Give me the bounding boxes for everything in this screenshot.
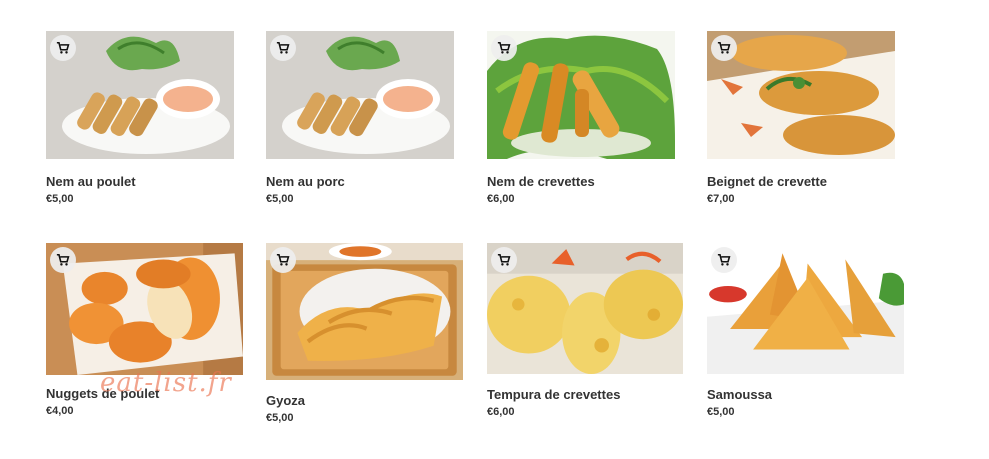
cart-icon xyxy=(717,41,731,54)
product-price: €5,00 xyxy=(266,412,294,424)
product-name[interactable]: Nuggets de poulet xyxy=(46,386,159,401)
product-price: €5,00 xyxy=(46,193,74,205)
product-card-gyoza[interactable]: Gyoza €5,00 xyxy=(266,243,463,424)
product-price: €6,00 xyxy=(487,193,515,205)
cart-icon xyxy=(497,41,511,54)
product-card-nem-au-poulet[interactable]: Nem au poulet €5,00 xyxy=(46,31,243,205)
product-name[interactable]: Nem de crevettes xyxy=(487,174,595,189)
cart-icon xyxy=(497,253,511,266)
add-to-cart-button[interactable] xyxy=(711,35,737,61)
product-price: €5,00 xyxy=(707,406,735,418)
add-to-cart-button[interactable] xyxy=(50,247,76,273)
product-name[interactable]: Nem au poulet xyxy=(46,174,136,189)
product-price: €6,00 xyxy=(487,406,515,418)
cart-icon xyxy=(56,41,70,54)
cart-icon xyxy=(56,253,70,266)
add-to-cart-button[interactable] xyxy=(491,35,517,61)
product-image[interactable] xyxy=(266,31,454,159)
product-card-beignet-de-crevette[interactable]: Beignet de crevette €7,00 xyxy=(707,31,904,205)
product-name[interactable]: Nem au porc xyxy=(266,174,345,189)
product-image[interactable] xyxy=(707,243,904,374)
product-name[interactable]: Gyoza xyxy=(266,393,305,408)
product-image[interactable] xyxy=(46,243,243,375)
cart-icon xyxy=(276,41,290,54)
add-to-cart-button[interactable] xyxy=(270,247,296,273)
add-to-cart-button[interactable] xyxy=(270,35,296,61)
product-price: €5,00 xyxy=(266,193,294,205)
product-card-tempura-de-crevettes[interactable]: Tempura de crevettes €6,00 xyxy=(487,243,684,418)
product-image[interactable] xyxy=(46,31,234,159)
add-to-cart-button[interactable] xyxy=(711,247,737,273)
product-price: €4,00 xyxy=(46,405,74,417)
product-price: €7,00 xyxy=(707,193,735,205)
product-name[interactable]: Tempura de crevettes xyxy=(487,387,620,402)
product-image[interactable] xyxy=(266,243,463,380)
cart-icon xyxy=(276,253,290,266)
product-card-nuggets-de-poulet[interactable]: Nuggets de poulet €4,00 xyxy=(46,243,243,417)
product-image[interactable] xyxy=(487,243,683,374)
product-image[interactable] xyxy=(487,31,675,159)
product-card-nem-de-crevettes[interactable]: Nem de crevettes €6,00 xyxy=(487,31,684,205)
gyoza-image xyxy=(266,243,463,380)
product-card-nem-au-porc[interactable]: Nem au porc €5,00 xyxy=(266,31,463,205)
add-to-cart-button[interactable] xyxy=(50,35,76,61)
product-image[interactable] xyxy=(707,31,895,159)
product-name[interactable]: Beignet de crevette xyxy=(707,174,827,189)
add-to-cart-button[interactable] xyxy=(491,247,517,273)
product-name[interactable]: Samoussa xyxy=(707,387,772,402)
cart-icon xyxy=(717,253,731,266)
product-card-samoussa[interactable]: Samoussa €5,00 xyxy=(707,243,904,418)
